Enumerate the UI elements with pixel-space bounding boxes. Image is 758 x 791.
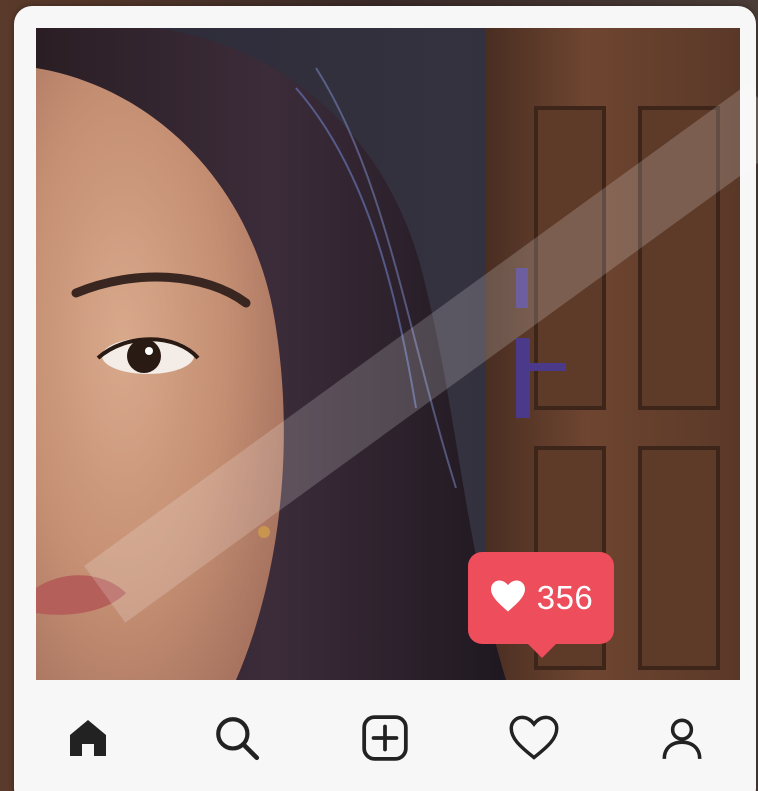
profile-button[interactable] [654, 712, 710, 768]
activity-button[interactable] [506, 712, 562, 768]
bottom-navigation-bar [36, 690, 740, 790]
activity-heart-icon [508, 714, 560, 767]
home-button[interactable] [60, 712, 116, 768]
add-post-icon [360, 713, 410, 768]
like-notification-bubble: 356 [468, 552, 614, 658]
heart-icon [489, 579, 527, 618]
add-post-button[interactable] [357, 712, 413, 768]
like-count: 356 [536, 579, 594, 616]
search-button[interactable] [209, 712, 265, 768]
post-photo[interactable] [36, 28, 740, 680]
profile-icon [657, 713, 707, 768]
post-photo-art [36, 28, 740, 680]
screenshot-stage: 356 [0, 0, 758, 791]
search-icon [212, 713, 262, 768]
home-icon [64, 714, 112, 767]
